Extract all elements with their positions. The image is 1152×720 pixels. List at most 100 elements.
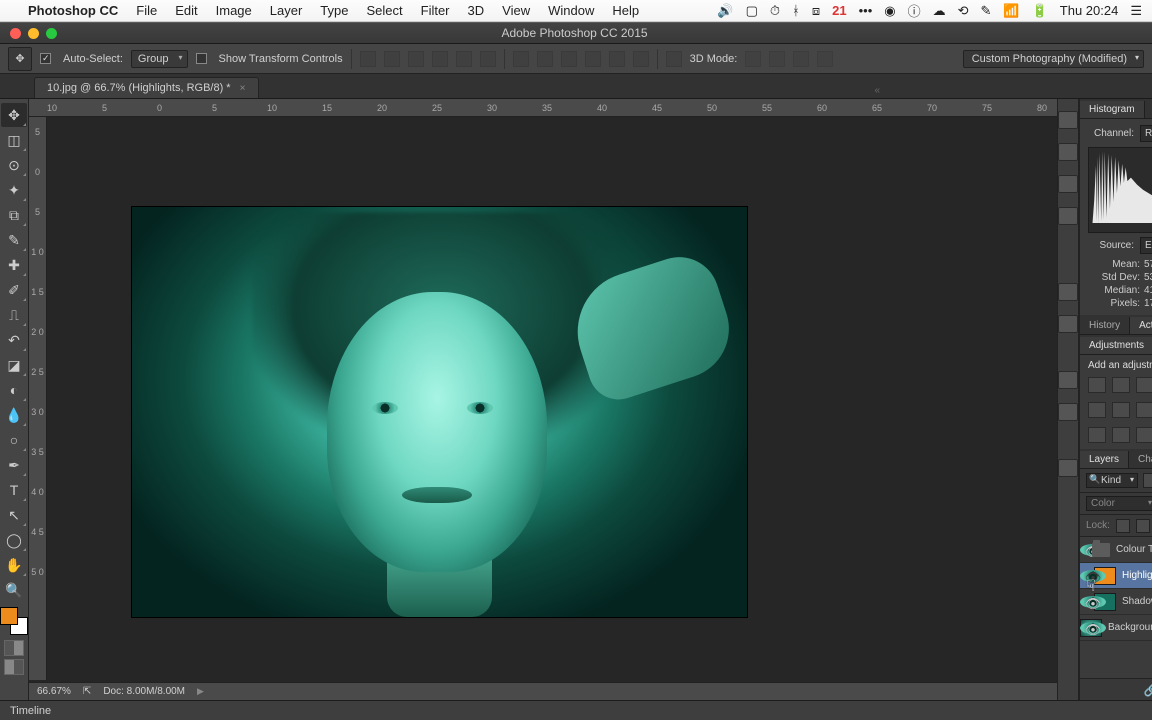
layer-background[interactable]: 👁 Background 🔒 xyxy=(1080,615,1152,641)
docsize-display[interactable]: Doc: 8.00M/8.00M xyxy=(103,686,185,697)
zoom-display[interactable]: 66.67% xyxy=(37,686,71,697)
auto-align-icon[interactable] xyxy=(666,51,682,67)
bw-icon[interactable] xyxy=(1136,402,1152,418)
curves-icon[interactable] xyxy=(1136,377,1152,393)
menu-file[interactable]: File xyxy=(136,3,157,18)
status-flyout-icon[interactable]: ▶ xyxy=(197,686,204,697)
cloud-icon[interactable]: ☁ xyxy=(933,3,946,19)
visibility-toggle[interactable]: 👁 xyxy=(1080,596,1106,608)
3d-slide-icon[interactable] xyxy=(817,51,833,67)
visibility-toggle[interactable]: 👁 xyxy=(1080,622,1106,634)
marquee-tool[interactable]: ◫ xyxy=(1,128,27,152)
dock-info-icon[interactable] xyxy=(1058,143,1078,161)
distribute-hcenter-icon[interactable] xyxy=(609,51,625,67)
menu-3d[interactable]: 3D xyxy=(468,3,485,18)
dodge-tool[interactable]: ○ xyxy=(1,428,27,452)
align-right-icon[interactable] xyxy=(480,51,496,67)
menu-view[interactable]: View xyxy=(502,3,530,18)
layer-group[interactable]: 👁 ▼ Colour Toning xyxy=(1080,537,1152,563)
filter-kind-dropdown[interactable]: Kind xyxy=(1086,473,1138,488)
magic-wand-tool[interactable]: ✦ xyxy=(1,178,27,202)
colorbalance-icon[interactable] xyxy=(1112,402,1130,418)
filter-pixel-icon[interactable] xyxy=(1143,473,1152,488)
menu-window[interactable]: Window xyxy=(548,3,594,18)
ruler-horizontal[interactable]: 10505101520253035404550556065707580 xyxy=(29,99,1057,117)
dock-3d-icon[interactable] xyxy=(1058,459,1078,477)
align-top-icon[interactable] xyxy=(360,51,376,67)
menu-image[interactable]: Image xyxy=(216,3,252,18)
sync-icon[interactable]: ⟲ xyxy=(958,3,969,19)
distribute-vcenter-icon[interactable] xyxy=(537,51,553,67)
dock-brush-icon[interactable] xyxy=(1058,207,1078,225)
shape-tool[interactable]: ◯ xyxy=(1,528,27,552)
layer-name[interactable]: Shadows xyxy=(1122,596,1152,607)
hand-tool[interactable]: ✋ xyxy=(1,553,27,577)
brush-tool[interactable]: ✐ xyxy=(1,278,27,302)
distribute-bottom-icon[interactable] xyxy=(561,51,577,67)
volume-icon[interactable]: 🔊 xyxy=(717,3,733,19)
tab-histogram[interactable]: Histogram xyxy=(1080,101,1145,118)
ruler-vertical[interactable]: 5051 01 52 02 53 03 54 04 55 0 xyxy=(29,117,47,680)
app-menu[interactable]: Photoshop CC xyxy=(28,3,118,18)
distribute-right-icon[interactable] xyxy=(633,51,649,67)
workspace-dropdown[interactable]: Custom Photography (Modified) xyxy=(963,50,1144,68)
type-tool[interactable]: T xyxy=(1,478,27,502)
battery-icon[interactable]: 🔋 xyxy=(1032,3,1048,19)
healing-tool[interactable]: ✚ xyxy=(1,253,27,277)
zoom-tool[interactable]: 🔍 xyxy=(1,578,27,602)
dock-clone-icon[interactable] xyxy=(1058,403,1078,421)
clock[interactable]: Thu 20:24 xyxy=(1060,3,1119,18)
3d-roll-icon[interactable] xyxy=(769,51,785,67)
gradient-tool[interactable]: ◐ xyxy=(1,378,27,402)
quickmask-toggle[interactable] xyxy=(4,640,24,656)
blur-tool[interactable]: 💧 xyxy=(1,403,27,427)
tab-layers[interactable]: Layers xyxy=(1080,451,1129,468)
menu-layer[interactable]: Layer xyxy=(270,3,303,18)
3d-orbit-icon[interactable] xyxy=(745,51,761,67)
onedrive-icon[interactable]: ⓘ xyxy=(908,1,921,20)
align-hcenter-icon[interactable] xyxy=(456,51,472,67)
channel-dropdown[interactable]: RGB xyxy=(1140,125,1152,142)
path-tool[interactable]: ↖ xyxy=(1,503,27,527)
brightness-icon[interactable] xyxy=(1088,377,1106,393)
layer-name[interactable]: Background xyxy=(1108,622,1152,633)
eyedropper-tool[interactable]: ✎ xyxy=(1,228,27,252)
lasso-tool[interactable]: ⊙ xyxy=(1,153,27,177)
invert-icon[interactable] xyxy=(1088,427,1106,443)
menu-edit[interactable]: Edit xyxy=(175,3,197,18)
zoom-button[interactable] xyxy=(46,28,57,39)
pen-tool[interactable]: ✒ xyxy=(1,453,27,477)
dock-styles-icon[interactable] xyxy=(1058,371,1078,389)
move-tool-icon[interactable]: ✥ xyxy=(8,47,32,71)
menu-filter[interactable]: Filter xyxy=(421,3,450,18)
calendar-icon[interactable]: 21 xyxy=(832,3,846,18)
tab-channels[interactable]: Channels xyxy=(1129,451,1152,468)
panel-collapse-handle[interactable]: « xyxy=(872,83,882,98)
more-icon[interactable]: ••• xyxy=(859,3,873,18)
dock-character-icon[interactable] xyxy=(1058,283,1078,301)
dropbox-icon[interactable]: ⧈ xyxy=(812,3,820,19)
canvas[interactable] xyxy=(47,117,1057,682)
align-bottom-icon[interactable] xyxy=(408,51,424,67)
distribute-top-icon[interactable] xyxy=(513,51,529,67)
dock-properties-icon[interactable] xyxy=(1058,175,1078,193)
layer-name[interactable]: Colour Toning xyxy=(1116,544,1152,555)
visibility-toggle[interactable]: 👁 xyxy=(1080,570,1106,582)
lock-transparent-icon[interactable] xyxy=(1116,519,1130,533)
display-icon[interactable]: ▢ xyxy=(746,3,758,19)
link-layers-icon[interactable]: 🔗 xyxy=(1144,683,1152,697)
search-icon[interactable]: ☰ xyxy=(1130,3,1142,19)
menu-select[interactable]: Select xyxy=(366,3,402,18)
export-icon[interactable]: ⇱ xyxy=(83,686,91,697)
stamp-tool[interactable]: ⎍ xyxy=(1,303,27,327)
tab-actions[interactable]: Actions xyxy=(1130,317,1152,334)
timeline-panel[interactable]: Timeline xyxy=(0,700,1152,720)
hue-icon[interactable] xyxy=(1088,402,1106,418)
eraser-tool[interactable]: ◪ xyxy=(1,353,27,377)
minimize-button[interactable] xyxy=(28,28,39,39)
close-tab-icon[interactable]: × xyxy=(240,83,246,94)
tab-history[interactable]: History xyxy=(1080,317,1130,334)
levels-icon[interactable] xyxy=(1112,377,1130,393)
auto-select-dropdown[interactable]: Group xyxy=(131,50,188,68)
source-dropdown[interactable]: Entire Image xyxy=(1140,237,1152,254)
